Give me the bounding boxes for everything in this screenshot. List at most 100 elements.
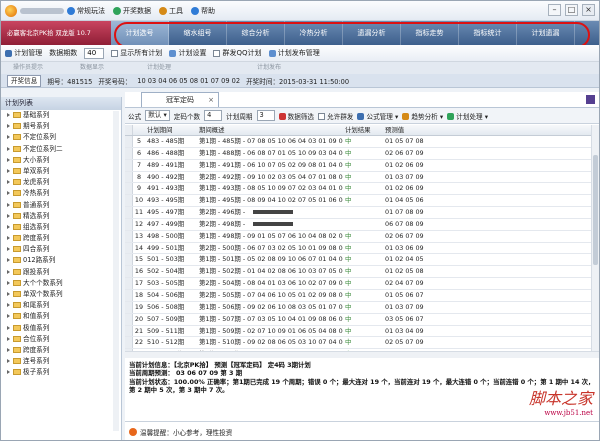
sidebar-item[interactable]: 跟投系列 (1, 267, 121, 278)
tab-plan-omission[interactable]: 计划遗漏 (517, 21, 575, 45)
table-row[interactable]: 6 486 - 488期 第1期 - 488期 - 06 08 07 01 05 1… (125, 147, 591, 160)
maximize-button[interactable]: □ (565, 4, 578, 16)
expand-arrow-icon[interactable] (7, 224, 10, 229)
sidebar-item[interactable]: 单双个数系列 (1, 289, 121, 300)
scroll-thumb[interactable] (593, 155, 598, 265)
expand-arrow-icon[interactable] (7, 124, 10, 129)
show-all-plans-toggle[interactable]: 显示所有计划 (111, 48, 162, 58)
sidebar-item[interactable]: 和值系列 (1, 311, 121, 322)
period-stepper[interactable]: 3 (256, 110, 275, 121)
panel-pin-icon[interactable] (586, 95, 595, 104)
table-row[interactable]: 14 499 - 501期 第2期 - 500期 - 06 07 03 02 05 … (125, 242, 591, 255)
expand-arrow-icon[interactable] (7, 168, 10, 173)
expand-arrow-icon[interactable] (7, 113, 10, 117)
table-row[interactable]: 20 507 - 509期 第1期 - 507期 - 07 03 05 10 04 … (125, 313, 591, 326)
tab-indicator-trend[interactable]: 指标走势 (401, 21, 459, 45)
expand-arrow-icon[interactable] (7, 191, 10, 196)
formula-manage-button[interactable]: 公式管理 ▾ (357, 111, 398, 121)
expand-arrow-icon[interactable] (7, 336, 10, 341)
expand-arrow-icon[interactable] (7, 213, 10, 218)
table-row[interactable]: 22 510 - 512期 第1期 - 510期 - 09 02 08 06 05 … (125, 337, 591, 350)
expand-arrow-icon[interactable] (7, 146, 10, 151)
close-tab-icon[interactable]: × (208, 93, 214, 107)
tab-indicator-stats[interactable]: 指标统计 (459, 21, 517, 45)
table-row[interactable]: 15 501 - 503期 第1期 - 501期 - 05 02 08 09 10 … (125, 254, 591, 267)
menu-help[interactable]: 帮助 (191, 6, 215, 16)
minimize-button[interactable]: – (548, 4, 561, 16)
sidebar-item[interactable]: 跨度系列 (1, 345, 121, 356)
plan-process-button[interactable]: 计划处理 ▾ (447, 111, 488, 121)
tab-omission[interactable]: 遗漏分析 (343, 21, 401, 45)
table-row[interactable]: 7 489 - 491期 第1期 - 491期 - 06 10 07 05 02 0… (125, 159, 591, 172)
formula-select[interactable]: 默认 ▾ (145, 110, 170, 121)
table-row[interactable]: 16 502 - 504期 第1期 - 502期 - 01 04 02 08 06 … (125, 266, 591, 279)
expand-arrow-icon[interactable] (7, 247, 10, 252)
sidebar-item[interactable]: 精选系列 (1, 211, 121, 222)
table-row[interactable]: 19 506 - 508期 第1期 - 506期 - 09 02 06 10 08 … (125, 301, 591, 314)
sidebar-item[interactable]: 不定位系列 (1, 132, 121, 143)
sidebar-item[interactable]: 大个个数系列 (1, 278, 121, 289)
expand-arrow-icon[interactable] (7, 236, 10, 241)
sidebar-item[interactable]: 龙虎系列 (1, 177, 121, 188)
plan-manage-button[interactable]: 计划管理 (5, 48, 42, 58)
sidebar-item[interactable]: 四合系列 (1, 244, 121, 255)
sidebar-item[interactable]: 大小系列 (1, 155, 121, 166)
periods-input[interactable] (84, 47, 105, 59)
table-row[interactable]: 13 498 - 500期 第1期 - 498期 - 09 01 05 07 06 … (125, 230, 591, 243)
expand-arrow-icon[interactable] (7, 258, 10, 263)
table-row[interactable]: 17 503 - 505期 第2期 - 504期 - 08 04 01 03 06 … (125, 278, 591, 290)
sidebar-item[interactable]: 合位系列 (1, 334, 121, 345)
expand-arrow-icon[interactable] (7, 347, 10, 352)
filter-button[interactable]: 数据筛选 (278, 111, 314, 121)
expand-arrow-icon[interactable] (7, 325, 10, 330)
bind-qq-toggle[interactable]: 群发QQ计划 (213, 48, 262, 58)
table-row[interactable]: 12 497 - 499期 第2期 - 498期 - 06 07 08 09 (125, 218, 591, 231)
expand-arrow-icon[interactable] (7, 135, 10, 140)
table-row[interactable]: 11 495 - 497期 第2期 - 496期 - 01 07 08 09 (125, 207, 591, 219)
tab-shrink-combine[interactable]: 缩水组号 (169, 21, 227, 45)
table-row[interactable]: 18 504 - 506期 第2期 - 505期 - 07 04 06 10 05 … (125, 289, 591, 302)
expand-arrow-icon[interactable] (7, 280, 10, 285)
menu-regular-play[interactable]: 常规玩法 (67, 6, 105, 16)
sidebar-item[interactable]: 冷热系列 (1, 188, 121, 199)
expand-arrow-icon[interactable] (7, 269, 10, 274)
code-count-stepper[interactable]: 4 (204, 110, 223, 121)
expand-arrow-icon[interactable] (7, 157, 10, 162)
expand-arrow-icon[interactable] (7, 359, 10, 364)
expand-arrow-icon[interactable] (7, 180, 10, 185)
menu-draw-data[interactable]: 开奖数据 (113, 6, 151, 16)
publish-manage-button[interactable]: 计划发布管理 (268, 48, 320, 58)
grid-horizontal-scrollbar[interactable] (125, 351, 599, 358)
sidebar-item[interactable]: 基础系列 (1, 110, 121, 121)
expand-arrow-icon[interactable] (7, 202, 10, 207)
sidebar-item[interactable]: 组选系列 (1, 222, 121, 233)
sidebar-item[interactable]: 极值系列 (1, 323, 121, 334)
expand-arrow-icon[interactable] (7, 303, 10, 308)
menu-tools[interactable]: 工具 (159, 6, 183, 16)
expand-arrow-icon[interactable] (7, 370, 10, 375)
sidebar-item[interactable]: 连号系列 (1, 356, 121, 367)
expand-arrow-icon[interactable] (7, 292, 10, 296)
table-row[interactable]: 8 490 - 492期 第2期 - 492期 - 09 10 02 03 05 0… (125, 171, 591, 184)
grid-vertical-scrollbar[interactable] (591, 125, 599, 351)
trend-analysis-button[interactable]: 趋势分析 ▾ (402, 111, 443, 121)
draw-info-button[interactable]: 开奖信息 (7, 74, 42, 87)
tab-champion-code[interactable]: 冠军定码 × (141, 92, 219, 107)
sidebar-item[interactable]: 012路系列 (1, 255, 121, 266)
table-row[interactable]: 21 509 - 511期 第1期 - 509期 - 02 07 10 09 01 … (125, 325, 591, 338)
table-row[interactable]: 5 483 - 485期 第1期 - 485期 - 07 08 05 10 06 0… (125, 136, 591, 148)
table-row[interactable]: 10 493 - 495期 第1期 - 495期 - 08 09 04 10 02 … (125, 195, 591, 208)
expand-arrow-icon[interactable] (7, 314, 10, 319)
close-button[interactable]: × (582, 4, 595, 16)
tab-overall-analysis[interactable]: 综合分析 (227, 21, 285, 45)
tab-hot-cold[interactable]: 冷热分析 (285, 21, 343, 45)
sidebar-item[interactable]: 普通系列 (1, 200, 121, 211)
allow-dup-toggle[interactable]: 允许群发 (318, 111, 353, 121)
table-row[interactable]: 9 491 - 493期 第1期 - 493期 - 08 05 10 09 07 0… (125, 183, 591, 196)
tab-plan-select[interactable]: 计划选号 (111, 21, 169, 45)
sidebar-item[interactable]: 单双系列 (1, 166, 121, 177)
sidebar-item[interactable]: 跨度系列 (1, 233, 121, 244)
sidebar-item[interactable]: 不定位系列二 (1, 144, 121, 155)
sidebar-item[interactable]: 和尾系列 (1, 300, 121, 311)
sidebar-item[interactable]: 期号系列 (1, 121, 121, 132)
